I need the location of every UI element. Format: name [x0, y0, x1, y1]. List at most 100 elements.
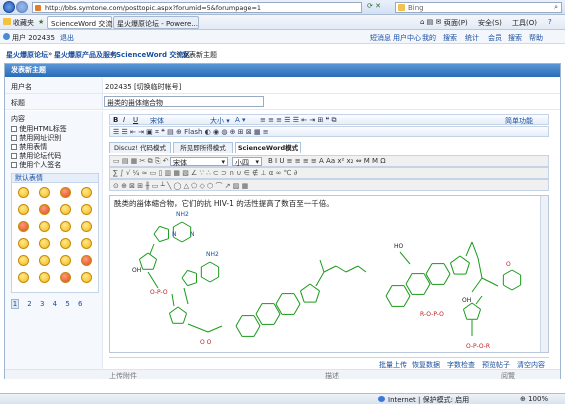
align-icons[interactable]: ≡ ≡ ≡ ☰ ☰ ⇤ ⇥ ⊞ ❝ ⧉	[260, 116, 337, 125]
size-select[interactable]: 小四 ▾	[232, 157, 262, 167]
search-input[interactable]: Bing ⌕	[395, 2, 562, 13]
bond	[319, 259, 325, 273]
steroid-ring-a	[403, 295, 411, 307]
purine-ring	[209, 261, 219, 268]
math-icons[interactable]: ∑ ∫ √ ¼ ≈ ▭ ▯ ▥ ▦ ▧ ∠ ∵ ∴ ⊂ ⊃ ∩ ∪ ∈ ∉ ⊥ …	[113, 169, 297, 177]
purine-ring	[201, 261, 211, 268]
refresh-icon[interactable]: ⟳ ✕	[367, 2, 381, 10]
emoji-icon[interactable]	[18, 204, 29, 215]
tab-forum[interactable]: 星火爆原论坛 - Powere...	[113, 16, 199, 29]
steroid-ring-a	[253, 315, 261, 327]
format-icons[interactable]: B I U ≡ ≡ ≡ ≡ A Aa x² x₂ ⇔ M M Ω	[268, 157, 386, 165]
globe-icon	[378, 396, 385, 402]
emoji-icon[interactable]	[39, 255, 50, 266]
bond	[475, 295, 483, 305]
search-icon[interactable]: ⌕	[554, 3, 558, 12]
add-favorite-icon[interactable]: ★	[38, 18, 44, 26]
emoji-icon[interactable]	[81, 272, 92, 283]
steroid-ring-b	[255, 313, 263, 325]
editor-canvas[interactable]: 酰类的甾体缩合物，它们的抗 HIV-1 的活性提高了数百至一千倍。 NH2 N N O…	[109, 195, 549, 353]
panel-title: 发表新主题	[5, 64, 560, 77]
purine-ring	[201, 276, 211, 283]
steroid-ring-d	[465, 262, 470, 275]
option-smilies[interactable]: 禁用表情	[11, 142, 67, 151]
emoji-icon[interactable]	[18, 221, 29, 232]
file-icons[interactable]: ▭ ▤ ▦ ✂ ⧉ ⎘ ↶ ↷	[113, 157, 177, 166]
page-icon	[35, 5, 41, 11]
emoji-icon[interactable]	[39, 221, 50, 232]
back-button[interactable]	[3, 1, 15, 13]
bing-icon	[398, 4, 405, 11]
thymine-ring	[503, 284, 513, 291]
emoji-icon[interactable]	[81, 238, 92, 249]
checkbox[interactable]	[11, 153, 17, 159]
option-url[interactable]: 禁用网址识别	[11, 133, 67, 142]
steroid-ring-d	[300, 283, 311, 292]
emoji-icon[interactable]	[81, 204, 92, 215]
amine-label: NH2	[176, 211, 189, 218]
emoji-icon[interactable]	[60, 238, 71, 249]
emoji-icon[interactable]	[81, 187, 92, 198]
imidazole-ring	[181, 270, 188, 279]
emoji-icon[interactable]	[39, 204, 50, 215]
option-bbcode[interactable]: 禁用论坛代码	[11, 151, 67, 160]
checkbox[interactable]	[11, 144, 17, 150]
tab-discuz[interactable]: Discuz! 代码模式	[109, 142, 171, 153]
forward-button[interactable]	[16, 1, 28, 13]
emoji-icon[interactable]	[60, 255, 71, 266]
checkbox[interactable]	[11, 162, 17, 168]
bond	[481, 277, 499, 287]
emoji-icon[interactable]	[60, 272, 71, 283]
underline-button[interactable]: U	[133, 116, 138, 124]
bond	[207, 325, 223, 333]
tab-scienceword[interactable]: ScienceWord模式	[235, 142, 301, 153]
bold-button[interactable]: B	[113, 116, 118, 124]
emoji-icon[interactable]	[18, 255, 29, 266]
sugar-ring	[177, 306, 187, 314]
color-dropdown[interactable]: A ▾	[235, 116, 246, 124]
sugar-ring	[182, 313, 188, 324]
tab-scienceword[interactable]: ScienceWord 交流区	[47, 16, 119, 29]
steroid-ring-a	[385, 285, 393, 297]
emoji-icon[interactable]	[81, 221, 92, 232]
steroid-ring-a	[403, 285, 411, 297]
italic-button[interactable]: I	[123, 116, 125, 124]
option-html[interactable]: 使用HTML标签	[11, 124, 67, 133]
emoji-icon[interactable]	[81, 255, 92, 266]
bond	[345, 265, 359, 273]
nitrogen-label: N	[172, 231, 177, 238]
emoji-icon[interactable]	[60, 187, 71, 198]
emoji-icon[interactable]	[60, 204, 71, 215]
emoji-icon[interactable]	[18, 238, 29, 249]
sugar-ring	[152, 259, 158, 270]
url-field[interactable]: http://bbs.symtone.com/posttopic.aspx?fo…	[32, 2, 362, 13]
status-bar: Internet | 保护模式: 启用 ⊕ 100%	[0, 393, 565, 404]
sw-toolbar-1: ▭ ▤ ▦ ✂ ⧉ ⎘ ↶ ↷ 宋体 ▾ 小四 ▾ B I U ≡ ≡ ≡ ≡ A …	[109, 155, 549, 167]
emoji-icon[interactable]	[18, 272, 29, 283]
bond	[147, 271, 159, 289]
star-icon[interactable]	[3, 18, 11, 25]
editor-actions: 批量上传 恢复数据 字数检查 预览帖子 清空内容	[109, 357, 549, 369]
checkbox[interactable]	[11, 126, 17, 132]
emoji-icon[interactable]	[39, 238, 50, 249]
option-signature[interactable]: 使用个人签名	[11, 160, 67, 169]
draw-icons[interactable]: ⊙ ⊕ ⊠ ⊞ ╫ ▭ ┴ ╲ ◯ △ ⬠ ◇ ⬡ ⌒ ↗ ▨ ▦	[113, 181, 248, 191]
emoji-icon[interactable]	[39, 272, 50, 283]
emoji-icon[interactable]	[18, 187, 29, 198]
emoji-icon[interactable]	[60, 221, 71, 232]
oxygen-label: O	[506, 261, 511, 268]
size-dropdown[interactable]: 大小 ▾	[210, 116, 230, 126]
sugar-ring	[169, 306, 179, 314]
list-icons[interactable]: ☰ ☰ ⇤ ⇥ ▣ ⌗ ❝ ▤ ⊕ Flash ◐ ◉ ◍ ⊕ ⊞ ⊠ ▦ ≡	[113, 128, 269, 137]
zoom-icon[interactable]: ⊕ 100%	[520, 395, 548, 403]
steroid-ring-c	[275, 293, 283, 305]
font-select[interactable]: 宋体 ▾	[170, 157, 228, 167]
bond	[357, 265, 367, 273]
purine-ring	[181, 221, 191, 228]
checkbox[interactable]	[11, 135, 17, 141]
editor-scrollbar[interactable]	[540, 196, 548, 352]
emoji-icon[interactable]	[39, 187, 50, 198]
tab-wysiwyg[interactable]: 所见即所得模式	[173, 142, 233, 153]
title-input[interactable]: 甾类的甾体缩合物	[104, 96, 264, 107]
help-icon[interactable]: ?	[548, 18, 552, 26]
